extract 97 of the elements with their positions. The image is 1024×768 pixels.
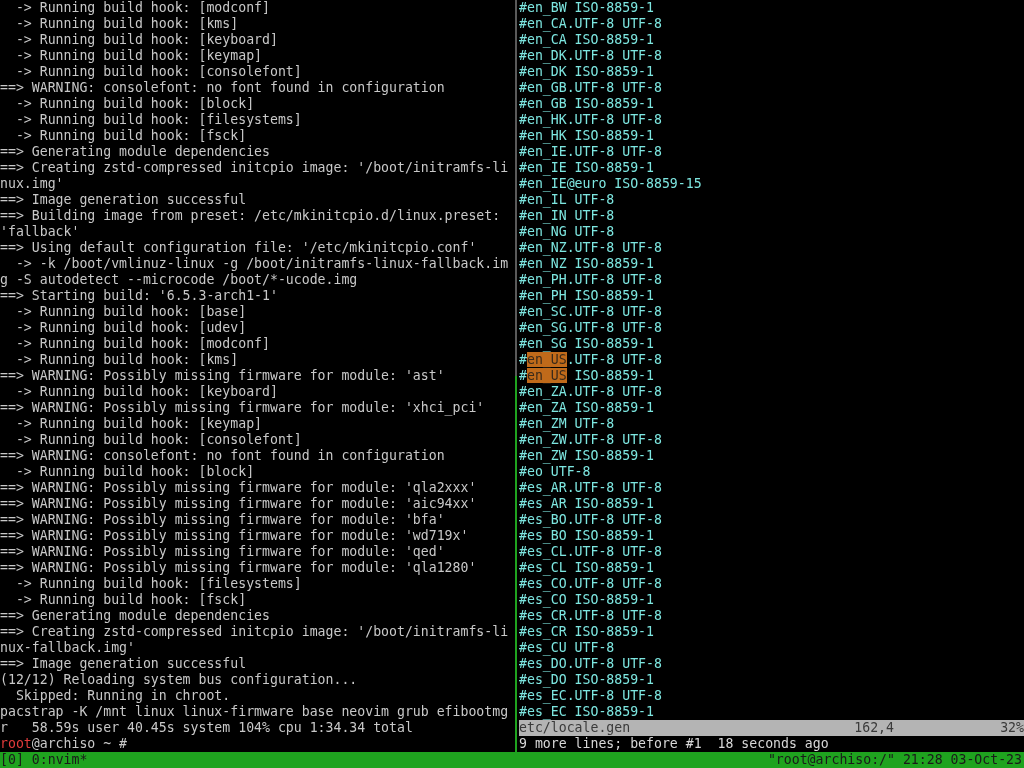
terminal-line: ==> WARNING: Possibly missing firmware for module: 'qed' bbox=[0, 544, 446, 560]
file-line: #es_CR.UTF-8 UTF-8 bbox=[519, 608, 663, 624]
file-line: #en_GB ISO-8859-1 bbox=[519, 96, 655, 112]
file-line: #es_CR ISO-8859-1 bbox=[519, 624, 655, 640]
terminal-line: -> Running build hook: [modconf] bbox=[14, 336, 271, 352]
terminal-line: ==> Creating zstd-compressed initcpio image: '/boot/initramfs-li bbox=[0, 160, 510, 176]
file-line: #es_CO ISO-8859-1 bbox=[519, 592, 655, 608]
terminal-line: Skipped: Running in chroot. bbox=[14, 688, 232, 704]
file-line: #en_NZ ISO-8859-1 bbox=[519, 256, 655, 272]
file-line: #en_BW ISO-8859-1 bbox=[519, 0, 655, 16]
terminal-line: ==> WARNING: Possibly missing firmware for module: 'qla1280' bbox=[0, 560, 478, 576]
file-line: #en_PH ISO-8859-1 bbox=[519, 288, 655, 304]
terminal-line: -> Running build hook: [udev] bbox=[14, 320, 248, 336]
file-line: #es_CU UTF-8 bbox=[519, 640, 616, 656]
file-line: #es_BO.UTF-8 UTF-8 bbox=[519, 512, 663, 528]
terminal-line: ==> Image generation successful bbox=[0, 192, 248, 208]
file-line: #en_SG.UTF-8 UTF-8 bbox=[519, 320, 663, 336]
file-line: #en_IN UTF-8 bbox=[519, 208, 616, 224]
terminal-line: -> Running build hook: [base] bbox=[14, 304, 248, 320]
file-line: #en_SC.UTF-8 UTF-8 bbox=[519, 304, 663, 320]
file-line: #es_EC.UTF-8 UTF-8 bbox=[519, 688, 663, 704]
file-line: #en_ZA.UTF-8 UTF-8 bbox=[519, 384, 663, 400]
terminal-line: ==> WARNING: Possibly missing firmware for module: 'wd719x' bbox=[0, 528, 470, 544]
file-line: #eo UTF-8 bbox=[519, 464, 592, 480]
terminal-line: ==> WARNING: Possibly missing firmware for module: 'aic94xx' bbox=[0, 496, 478, 512]
terminal-line: -> Running build hook: [fsck] bbox=[14, 128, 248, 144]
file-line: #en_SG ISO-8859-1 bbox=[519, 336, 655, 352]
terminal-line: 'fallback' bbox=[0, 224, 81, 240]
file-line: #es_CO.UTF-8 UTF-8 bbox=[519, 576, 663, 592]
file-line: #en_NZ.UTF-8 UTF-8 bbox=[519, 240, 663, 256]
terminal-line: pacstrap -K /mnt linux linux-firmware base neovim grub efibootmg bbox=[0, 704, 510, 720]
file-line: #en_ZA ISO-8859-1 bbox=[519, 400, 655, 416]
file-line: #es_AR.UTF-8 UTF-8 bbox=[519, 480, 663, 496]
file-line: #es_CL.UTF-8 UTF-8 bbox=[519, 544, 663, 560]
terminal-line: ==> WARNING: Possibly missing firmware for module: 'xhci_pci' bbox=[0, 400, 486, 416]
file-line: #en_IE ISO-8859-1 bbox=[519, 160, 655, 176]
status-text: "root@archiso:/" 21:28 03-Oct-23 bbox=[767, 752, 1023, 768]
file-line: #en_CA.UTF-8 UTF-8 bbox=[519, 16, 663, 32]
terminal-line: -> Running build hook: [filesystems] bbox=[14, 112, 303, 128]
terminal-line: -> Running build hook: [fsck] bbox=[14, 592, 248, 608]
terminal-line: -> Running build hook: [consolefont] bbox=[14, 432, 303, 448]
terminal-line: ==> Creating zstd-compressed initcpio image: '/boot/initramfs-li bbox=[0, 624, 510, 640]
file-line: #en_HK ISO-8859-1 bbox=[519, 128, 655, 144]
file-line: #en_ZM UTF-8 bbox=[519, 416, 616, 432]
terminal-line: -> Running build hook: [consolefont] bbox=[14, 64, 303, 80]
terminal-line: root@archiso ~ # bbox=[0, 736, 129, 752]
file-line: #en_GB.UTF-8 UTF-8 bbox=[519, 80, 663, 96]
file-line: #en_IL UTF-8 bbox=[519, 192, 616, 208]
file-line: #es_DO ISO-8859-1 bbox=[519, 672, 655, 688]
terminal-line: -> Running build hook: [keymap] bbox=[14, 48, 263, 64]
file-line: #en_ZW ISO-8859-1 bbox=[519, 448, 655, 464]
terminal-line: ==> Image generation successful bbox=[0, 656, 248, 672]
terminal-line: ==> Starting build: '6.5.3-arch1-1' bbox=[0, 288, 279, 304]
file-line: #en_ZW.UTF-8 UTF-8 bbox=[519, 432, 663, 448]
terminal-line: -> Running build hook: [block] bbox=[14, 464, 256, 480]
terminal-line: (12/12) Reloading system bus configuration... bbox=[0, 672, 359, 688]
terminal-line: nux-fallback.img' bbox=[0, 640, 136, 656]
terminal-line: -> Running build hook: [kms] bbox=[14, 352, 240, 368]
terminal-line: -> Running build hook: [filesystems] bbox=[14, 576, 303, 592]
cursor-position: 162,4 bbox=[854, 720, 895, 736]
scroll-percent: 32% bbox=[1000, 720, 1024, 736]
file-line: #es_EC ISO-8859-1 bbox=[519, 704, 655, 720]
terminal-line: ==> WARNING: Possibly missing firmware for module: 'qla2xxx' bbox=[0, 480, 478, 496]
terminal-line: -> Running build hook: [keyboard] bbox=[14, 32, 279, 48]
terminal-line: nux.img' bbox=[0, 176, 65, 192]
terminal-line: ==> WARNING: consolefont: no font found in configuration bbox=[0, 448, 446, 464]
file-line: #es_DO.UTF-8 UTF-8 bbox=[519, 656, 663, 672]
terminal-line: ==> Generating module dependencies bbox=[0, 608, 271, 624]
file-line: #en_CA ISO-8859-1 bbox=[519, 32, 655, 48]
terminal-line: -> Running build hook: [kms] bbox=[14, 16, 240, 32]
terminal-line: ==> WARNING: Possibly missing firmware for module: 'ast' bbox=[0, 368, 446, 384]
file-line: #en_DK ISO-8859-1 bbox=[519, 64, 655, 80]
terminal-line: ==> Generating module dependencies bbox=[0, 144, 271, 160]
file-name: etc/locale.gen bbox=[519, 720, 632, 736]
terminal-line: -> Running build hook: [block] bbox=[14, 96, 256, 112]
file-line: #es_BO ISO-8859-1 bbox=[519, 528, 655, 544]
terminal-line: ==> Using default configuration file: '/etc/mkinitcpio.conf' bbox=[0, 240, 478, 256]
file-line: #es_AR ISO-8859-1 bbox=[519, 496, 655, 512]
file-line: #en_IE.UTF-8 UTF-8 bbox=[519, 144, 663, 160]
message-line: 9 more lines; before #1 18 seconds ago bbox=[519, 736, 830, 752]
terminal-line: g -S autodetect --microcode /boot/*-ucode.img bbox=[0, 272, 359, 288]
file-line: #en_NG UTF-8 bbox=[519, 224, 616, 240]
terminal-line: -> Running build hook: [modconf] bbox=[14, 0, 271, 16]
terminal-line: r 58.59s user 40.45s system 104% cpu 1:34.34 total bbox=[0, 720, 414, 736]
terminal-line: ==> Building image from preset: /etc/mkinitcpio.d/linux.preset: bbox=[0, 208, 502, 224]
session-label: [0] bbox=[0, 752, 24, 768]
terminal-line: -> Running build hook: [keyboard] bbox=[14, 384, 279, 400]
window-tab[interactable]: 0:nvim* bbox=[31, 752, 88, 768]
terminal-line: ==> WARNING: consolefont: no font found in configuration bbox=[0, 80, 446, 96]
file-line: #es_CL ISO-8859-1 bbox=[519, 560, 655, 576]
file-line: #en_DK.UTF-8 UTF-8 bbox=[519, 48, 663, 64]
file-line: #en_IE@euro ISO-8859-15 bbox=[519, 176, 703, 192]
file-line: #en_PH.UTF-8 UTF-8 bbox=[519, 272, 663, 288]
file-line: #en_HK.UTF-8 UTF-8 bbox=[519, 112, 663, 128]
terminal-line: -> Running build hook: [keymap] bbox=[14, 416, 263, 432]
terminal-line: -> -k /boot/vmlinuz-linux -g /boot/initramfs-linux-fallback.im bbox=[14, 256, 510, 272]
terminal-line: ==> WARNING: Possibly missing firmware for module: 'bfa' bbox=[0, 512, 446, 528]
